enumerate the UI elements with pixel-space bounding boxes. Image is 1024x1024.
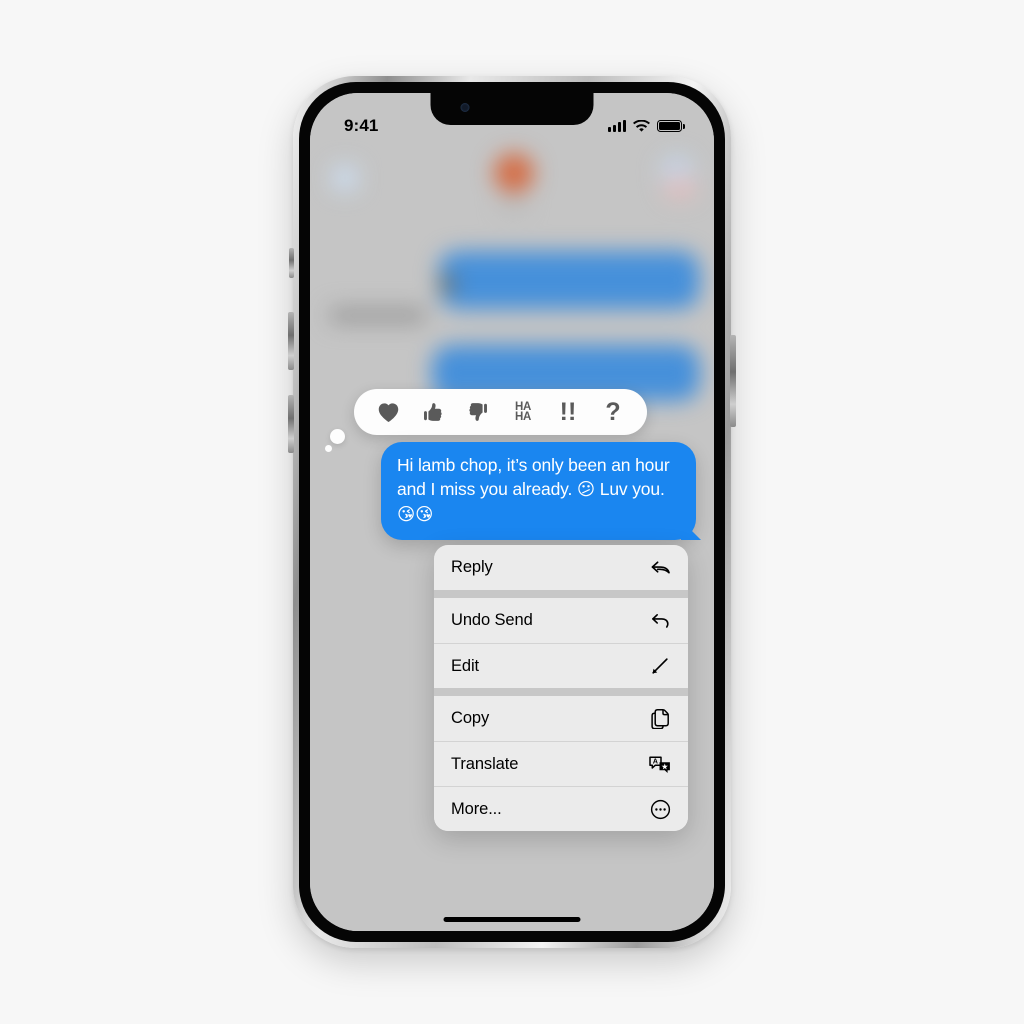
context-menu-group-1: Reply	[434, 545, 688, 590]
focused-message-bubble[interactable]: Hi lamb chop, it’s only been an hour and…	[381, 442, 696, 540]
context-menu-item-reply[interactable]: Reply	[434, 545, 688, 590]
context-menu-item-more[interactable]: More...	[434, 786, 688, 831]
context-menu-label: Undo Send	[451, 611, 533, 629]
context-menu-separator-2	[434, 688, 688, 696]
context-menu-group-3: Copy Translate A ★ More...	[434, 696, 688, 831]
haha-line-2: HA	[514, 411, 531, 423]
reply-arrow-icon	[648, 556, 672, 580]
message-text-line-3: Luv you.	[599, 479, 665, 499]
confused-face-emoji: 😕	[576, 480, 596, 500]
context-menu-separator-1	[434, 590, 688, 598]
volume-down-button[interactable]	[288, 395, 294, 453]
context-menu-item-edit[interactable]: Edit	[434, 643, 688, 688]
svg-text:★: ★	[662, 762, 669, 770]
status-bar-time: 9:41	[344, 116, 379, 135]
context-menu-item-translate[interactable]: Translate A ★	[434, 741, 688, 786]
copy-pages-icon	[648, 707, 672, 731]
home-indicator[interactable]	[443, 917, 581, 922]
signal-bars-icon	[608, 120, 626, 132]
context-menu-label: Reply	[451, 558, 493, 576]
double-exclamation-icon: !!	[559, 397, 577, 426]
undo-arrow-icon	[648, 609, 672, 633]
context-menu-label: Edit	[451, 656, 480, 675]
message-context-menu[interactable]: Reply Undo Send Edit Copy Translate A ★ …	[434, 545, 688, 831]
question-mark-icon: ?	[605, 397, 621, 426]
tapback-tail-small	[325, 445, 332, 452]
tapback-thumbs-up-button[interactable]	[412, 391, 454, 433]
kissing-heart-emoji-2: 😘	[415, 505, 434, 525]
heart-icon	[377, 402, 400, 423]
ellipsis-circle-icon	[648, 797, 672, 821]
context-menu-label: Copy	[451, 709, 490, 727]
context-menu-label: Translate	[451, 754, 519, 773]
context-menu-group-2: Undo Send Edit	[434, 598, 688, 688]
front-camera-icon	[460, 103, 470, 112]
tapback-exclamation-button[interactable]: !!	[547, 391, 589, 433]
screenshot-canvas: 9:41 HA HA !! ? Hi lamb chop, it’s only …	[0, 0, 1024, 1024]
tapback-haha-button[interactable]: HA HA	[502, 391, 544, 433]
device-notch	[430, 93, 594, 125]
kissing-heart-emoji-1: 😘	[397, 505, 416, 525]
volume-up-button[interactable]	[288, 312, 294, 370]
power-button[interactable]	[730, 335, 736, 427]
context-menu-item-copy[interactable]: Copy	[434, 696, 688, 741]
thumbs-down-icon	[467, 401, 489, 423]
pencil-icon	[648, 654, 672, 678]
tapback-tail-large	[330, 429, 345, 444]
haha-icon: HA HA	[514, 401, 531, 423]
tapback-heart-button[interactable]	[367, 391, 409, 433]
silent-switch-button[interactable]	[289, 248, 294, 278]
tapback-reaction-bar[interactable]: HA HA !! ?	[354, 389, 647, 435]
context-menu-item-undo-send[interactable]: Undo Send	[434, 598, 688, 643]
translate-bubbles-icon: A ★	[648, 752, 672, 776]
thumbs-up-icon	[422, 401, 444, 423]
phone-screen: 9:41 HA HA !! ? Hi lamb chop, it’s only …	[310, 93, 714, 931]
svg-text:A: A	[653, 756, 658, 765]
tapback-thumbs-down-button[interactable]	[457, 391, 499, 433]
battery-full-icon	[657, 119, 685, 133]
wifi-icon	[633, 119, 650, 132]
status-bar-indicators	[608, 119, 685, 133]
message-text-line-1: Hi lamb chop, it’s only been an	[397, 455, 631, 475]
tapback-question-button[interactable]: ?	[592, 391, 634, 433]
context-menu-label: More...	[451, 799, 502, 818]
